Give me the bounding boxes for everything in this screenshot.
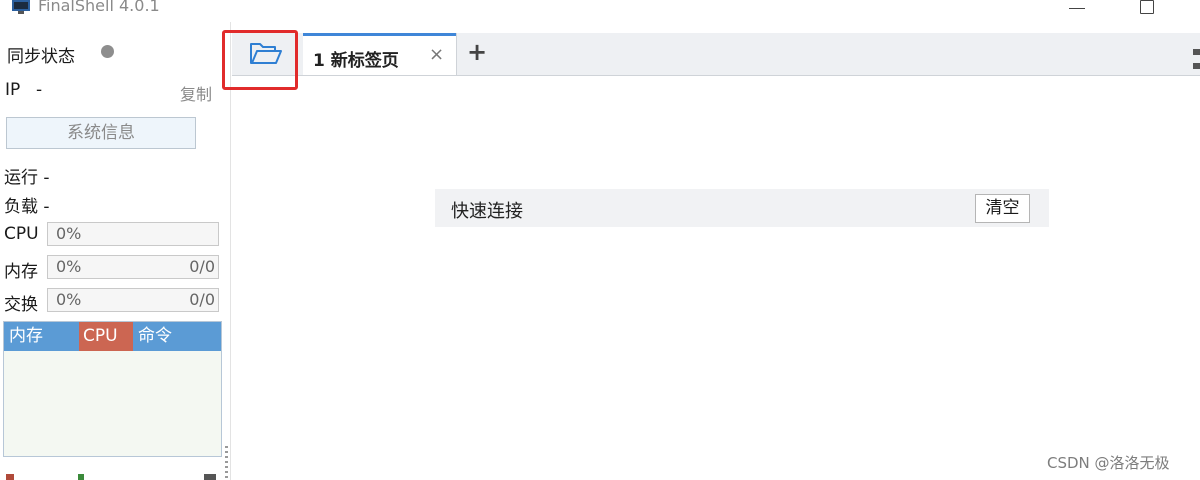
uptime-label: 运行 -	[4, 168, 50, 188]
process-table-header: 内存 CPU 命令	[4, 322, 221, 351]
ip-label: IP	[5, 80, 21, 100]
sidebar-bottom-items	[4, 474, 224, 480]
swap-meter: 0% 0/0	[47, 288, 219, 312]
maximize-button[interactable]	[1140, 0, 1154, 14]
cpu-percent: 0%	[56, 224, 82, 243]
load-label: 负载 -	[4, 197, 50, 217]
process-table: 内存 CPU 命令	[3, 321, 222, 457]
memory-meter: 0% 0/0	[47, 255, 219, 279]
swap-percent: 0%	[56, 290, 82, 309]
memory-ratio: 0/0	[189, 257, 215, 276]
window-title: FinalShell 4.0.1	[38, 0, 160, 15]
memory-label: 内存	[4, 262, 38, 282]
quick-connect-label: 快速连接	[451, 201, 523, 222]
quick-connect-bar: 快速连接 清空	[435, 189, 1049, 227]
column-cpu[interactable]: CPU	[79, 322, 133, 351]
tab-new-tab[interactable]: 1 新标签页 ×	[303, 33, 456, 75]
folder-open-icon	[250, 43, 282, 64]
system-info-button[interactable]: 系统信息	[6, 117, 196, 149]
title-bar: FinalShell 4.0.1	[0, 0, 1200, 22]
tab-bar: 1 新标签页 × +	[232, 33, 1200, 76]
swap-label: 交换	[4, 295, 38, 315]
swap-ratio: 0/0	[189, 290, 215, 309]
add-tab-button[interactable]: +	[465, 39, 489, 65]
terminal-app-icon	[12, 0, 30, 14]
minimize-button[interactable]	[1069, 8, 1085, 9]
tab-divider	[456, 33, 457, 75]
column-memory[interactable]: 内存	[4, 322, 79, 351]
cpu-meter: 0%	[47, 222, 219, 246]
sync-status-indicator	[101, 45, 114, 58]
clear-button[interactable]: 清空	[975, 194, 1030, 223]
memory-percent: 0%	[56, 257, 82, 276]
open-session-manager-button[interactable]	[240, 37, 292, 71]
sidebar: 同步状态 IP - 复制 系统信息 运行 - 负载 - CPU 0% 内存 0%…	[0, 22, 231, 480]
tab-label: 1 新标签页	[313, 51, 399, 71]
cpu-label: CPU	[4, 224, 39, 244]
watermark: CSDN @洛洛无极	[1047, 454, 1170, 472]
layout-menu-icon[interactable]	[1193, 49, 1200, 69]
ip-value: -	[36, 80, 43, 100]
sync-status-label: 同步状态	[7, 47, 75, 67]
column-command[interactable]: 命令	[133, 322, 221, 351]
close-tab-icon[interactable]: ×	[429, 44, 444, 65]
copy-ip-button[interactable]: 复制	[180, 81, 212, 105]
sidebar-splitter[interactable]	[225, 446, 228, 480]
